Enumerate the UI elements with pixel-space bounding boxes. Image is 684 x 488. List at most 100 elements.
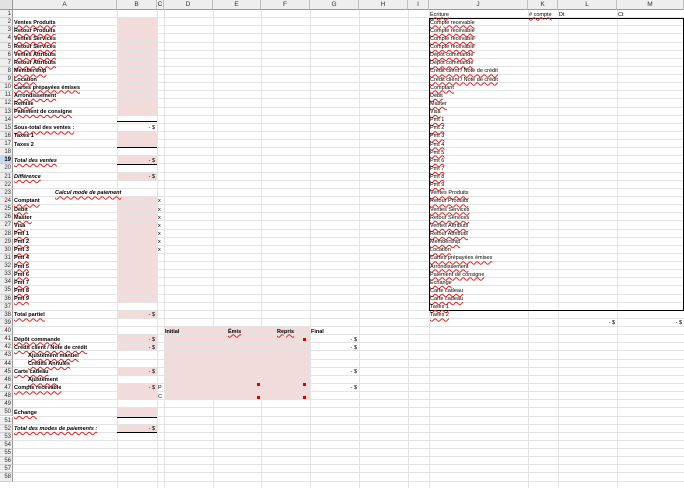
column-header[interactable]: M bbox=[617, 0, 684, 10]
row-header[interactable]: 47 bbox=[0, 383, 13, 393]
row-header[interactable]: 44 bbox=[0, 359, 13, 368]
row-header[interactable]: 36 bbox=[0, 294, 13, 303]
column-header[interactable]: J bbox=[429, 0, 528, 10]
column-header[interactable]: E bbox=[213, 0, 261, 10]
row-header[interactable]: 15 bbox=[0, 123, 13, 132]
row-header[interactable]: 54 bbox=[0, 440, 13, 449]
row-header[interactable]: 1 bbox=[0, 10, 13, 19]
row-header[interactable]: 31 bbox=[0, 253, 13, 263]
row-header[interactable]: 48 bbox=[0, 392, 13, 401]
row-header[interactable]: 6 bbox=[0, 50, 13, 59]
column-header[interactable]: K bbox=[528, 0, 558, 10]
row-header[interactable]: 30 bbox=[0, 245, 13, 254]
row-header[interactable]: 4 bbox=[0, 34, 13, 43]
row-header[interactable]: 51 bbox=[0, 416, 13, 425]
row-header[interactable]: 38 bbox=[0, 310, 13, 319]
column-header[interactable]: I bbox=[408, 0, 429, 10]
row-header[interactable]: 35 bbox=[0, 286, 13, 295]
row-header[interactable]: 53 bbox=[0, 432, 13, 441]
input-cell-region[interactable] bbox=[164, 327, 213, 401]
column-header[interactable]: A bbox=[13, 0, 117, 10]
row-header[interactable]: 56 bbox=[0, 457, 13, 466]
row-header[interactable]: 28 bbox=[0, 229, 13, 238]
journal-row-label: Compte recevable bbox=[430, 35, 475, 42]
row-header[interactable]: 58 bbox=[0, 473, 13, 482]
row-header[interactable]: 39 bbox=[0, 318, 13, 328]
grid-row-line bbox=[13, 415, 684, 417]
column-header[interactable]: B bbox=[117, 0, 157, 10]
row-header[interactable]: 22 bbox=[0, 180, 13, 189]
row-header[interactable]: 7 bbox=[0, 58, 13, 67]
column-header[interactable]: F bbox=[261, 0, 310, 10]
row-header[interactable]: 57 bbox=[0, 465, 13, 474]
input-cell-region[interactable] bbox=[213, 327, 261, 401]
select-all-corner[interactable] bbox=[0, 0, 13, 10]
journal-row-label: Carte cadeau bbox=[430, 296, 464, 303]
row-header[interactable]: 32 bbox=[0, 262, 13, 271]
row-header[interactable]: 29 bbox=[0, 237, 13, 246]
row-header[interactable]: 19 bbox=[0, 156, 13, 165]
tax2-label: Taxes 2 bbox=[14, 141, 34, 148]
selection-handle[interactable] bbox=[257, 382, 260, 386]
row-header[interactable]: 2 bbox=[0, 18, 13, 27]
row-header[interactable]: 25 bbox=[0, 205, 13, 214]
row-header[interactable]: 49 bbox=[0, 400, 13, 409]
row-header[interactable]: 16 bbox=[0, 131, 13, 141]
row-header[interactable]: 3 bbox=[0, 26, 13, 35]
selection-handle[interactable] bbox=[303, 382, 306, 386]
row-header[interactable]: 18 bbox=[0, 148, 13, 157]
selection-handle[interactable] bbox=[257, 396, 260, 400]
row-header[interactable]: 27 bbox=[0, 221, 13, 230]
column-header[interactable]: C bbox=[157, 0, 164, 10]
tax1-label: Taxes 1 bbox=[14, 133, 34, 140]
row-header[interactable]: 43 bbox=[0, 351, 13, 360]
payment-method-label: Master bbox=[14, 214, 32, 221]
row-header[interactable]: 12 bbox=[0, 99, 13, 108]
column-header[interactable]: D bbox=[164, 0, 213, 10]
row-header[interactable]: 14 bbox=[0, 115, 13, 124]
payment-method-label: Pmt 5 bbox=[14, 263, 29, 270]
row-header[interactable]: 13 bbox=[0, 107, 13, 116]
row-header[interactable]: 9 bbox=[0, 75, 13, 84]
journal-row-label: Location bbox=[430, 247, 451, 254]
row-header[interactable]: 52 bbox=[0, 424, 13, 433]
row-header[interactable]: 8 bbox=[0, 66, 13, 76]
grid-row-line bbox=[13, 480, 684, 482]
row-header[interactable]: 45 bbox=[0, 367, 13, 376]
selection-handle[interactable] bbox=[303, 396, 306, 400]
payments-total-value: - $ bbox=[148, 426, 155, 433]
column-header[interactable]: H bbox=[359, 0, 408, 10]
row-header[interactable]: 17 bbox=[0, 140, 13, 149]
row-header[interactable]: 23 bbox=[0, 188, 13, 197]
spreadsheet-grid[interactable]: A B C D E F G H I J K L M 1 2 3 4 5 6 7 8 9 10 11 12 13 14 15 16 17 18… bbox=[0, 0, 684, 488]
sales-line-label: Remise bbox=[14, 100, 34, 107]
row-header[interactable]: 5 bbox=[0, 42, 13, 51]
journal-row-label: Retour Produits bbox=[430, 198, 469, 205]
row-header[interactable]: 10 bbox=[0, 83, 13, 92]
grid-row-line bbox=[13, 407, 684, 409]
row-header[interactable]: 34 bbox=[0, 278, 13, 287]
row-header[interactable]: 55 bbox=[0, 449, 13, 458]
row-header[interactable]: 33 bbox=[0, 270, 13, 279]
column-header[interactable]: L bbox=[558, 0, 617, 10]
journal-row-label: Ventes Attributs bbox=[430, 222, 469, 229]
selection-handle[interactable] bbox=[303, 338, 306, 342]
journal-header-compte: # compte bbox=[529, 11, 552, 18]
total-sales-label: Total des ventes bbox=[14, 157, 57, 164]
row-header[interactable]: 26 bbox=[0, 213, 13, 222]
receivable-label: Compte recevable bbox=[14, 385, 62, 392]
row-header[interactable]: 24 bbox=[0, 196, 13, 206]
row-header[interactable]: 20 bbox=[0, 164, 13, 173]
journal-row-label: Pmt 3 bbox=[430, 133, 445, 140]
row-header[interactable]: 37 bbox=[0, 302, 13, 311]
adjust-label: Ajustement bbox=[28, 377, 58, 384]
row-header[interactable]: 21 bbox=[0, 172, 13, 181]
row-header[interactable]: 42 bbox=[0, 343, 13, 352]
column-header[interactable]: G bbox=[310, 0, 359, 10]
row-header[interactable]: 41 bbox=[0, 335, 13, 344]
payments-total-label: Total des modes de paiements : bbox=[14, 426, 98, 433]
row-header[interactable]: 40 bbox=[0, 327, 13, 336]
row-header[interactable]: 46 bbox=[0, 375, 13, 384]
row-header[interactable]: 11 bbox=[0, 91, 13, 100]
row-header[interactable]: 50 bbox=[0, 408, 13, 417]
